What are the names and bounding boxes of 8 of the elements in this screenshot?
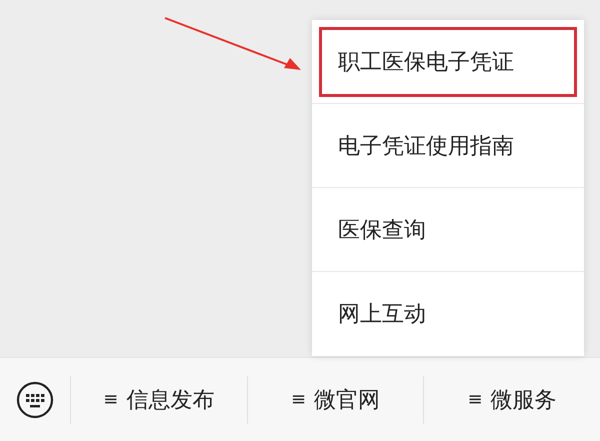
menu-item[interactable]: 电子凭证使用指南 bbox=[312, 104, 584, 188]
menu-tab[interactable]: ≡ 微服务 bbox=[424, 376, 600, 424]
menu-item[interactable]: 网上互动 bbox=[312, 272, 584, 356]
keyboard-icon[interactable] bbox=[16, 380, 54, 418]
menu-tab[interactable]: ≡ 微官网 bbox=[248, 376, 424, 424]
menu-item[interactable]: 医保查询 bbox=[312, 188, 584, 272]
menu-item[interactable]: 职工医保电子凭证 bbox=[312, 20, 584, 104]
menu-tab[interactable]: ≡ 信息发布 bbox=[71, 376, 248, 424]
